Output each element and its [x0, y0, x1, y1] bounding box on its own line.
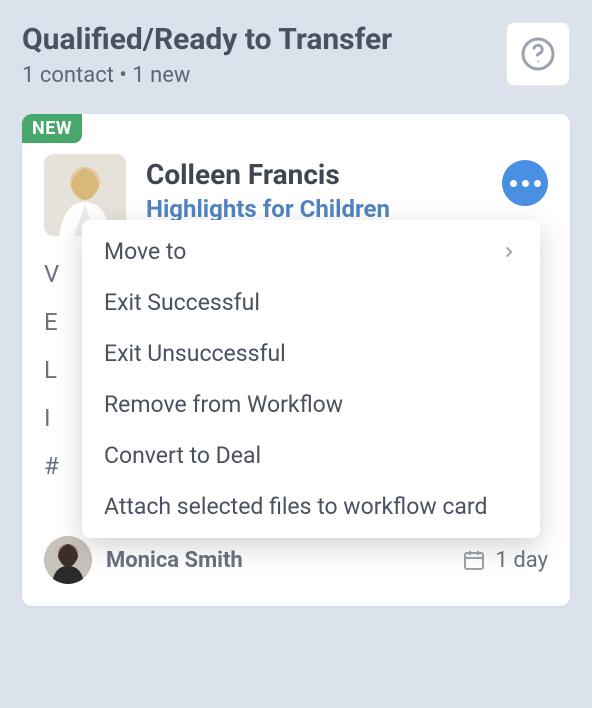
- dots-icon: [510, 180, 517, 187]
- menu-item-label: Exit Unsuccessful: [104, 340, 286, 367]
- owner-avatar: [44, 536, 92, 584]
- menu-item-exit-successful[interactable]: Exit Successful: [82, 277, 540, 328]
- due-text: 1 day: [496, 548, 548, 573]
- menu-item-label: Convert to Deal: [104, 442, 261, 469]
- column-header: Qualified/Ready to Transfer 1 contact • …: [22, 22, 570, 88]
- menu-item-convert-deal[interactable]: Convert to Deal: [82, 430, 540, 481]
- menu-item-remove-workflow[interactable]: Remove from Workflow: [82, 379, 540, 430]
- menu-item-attach-files[interactable]: Attach selected files to workflow card: [82, 481, 540, 532]
- chevron-right-icon: [500, 243, 518, 261]
- menu-item-label: Attach selected files to workflow card: [104, 493, 487, 520]
- menu-item-exit-unsuccessful[interactable]: Exit Unsuccessful: [82, 328, 540, 379]
- menu-item-label: Remove from Workflow: [104, 391, 343, 418]
- owner-name: Monica Smith: [106, 548, 243, 573]
- contact-company-link[interactable]: Highlights for Children: [146, 195, 502, 223]
- calendar-icon: [462, 548, 486, 572]
- column-title: Qualified/Ready to Transfer: [22, 22, 506, 57]
- card-due: 1 day: [462, 548, 548, 573]
- help-icon: [520, 36, 556, 72]
- menu-item-label: Exit Successful: [104, 289, 260, 316]
- card-owner[interactable]: Monica Smith: [44, 536, 243, 584]
- avatar-image-icon: [44, 536, 92, 584]
- menu-item-label: Move to: [104, 238, 186, 265]
- card-more-button[interactable]: [502, 160, 548, 206]
- new-badge: NEW: [22, 114, 82, 143]
- card-actions-menu: Move to Exit Successful Exit Unsuccessfu…: [82, 220, 540, 538]
- help-button[interactable]: [506, 22, 570, 86]
- contact-card[interactable]: NEW Colleen Francis Highlights for Child…: [22, 114, 570, 606]
- workflow-column: Qualified/Ready to Transfer 1 contact • …: [0, 0, 592, 628]
- menu-item-move-to[interactable]: Move to: [82, 226, 540, 277]
- contact-texts: Colleen Francis Highlights for Children: [146, 154, 502, 223]
- column-subtitle: 1 contact • 1 new: [22, 63, 506, 88]
- contact-name: Colleen Francis: [146, 158, 502, 191]
- column-titles: Qualified/Ready to Transfer 1 contact • …: [22, 22, 506, 88]
